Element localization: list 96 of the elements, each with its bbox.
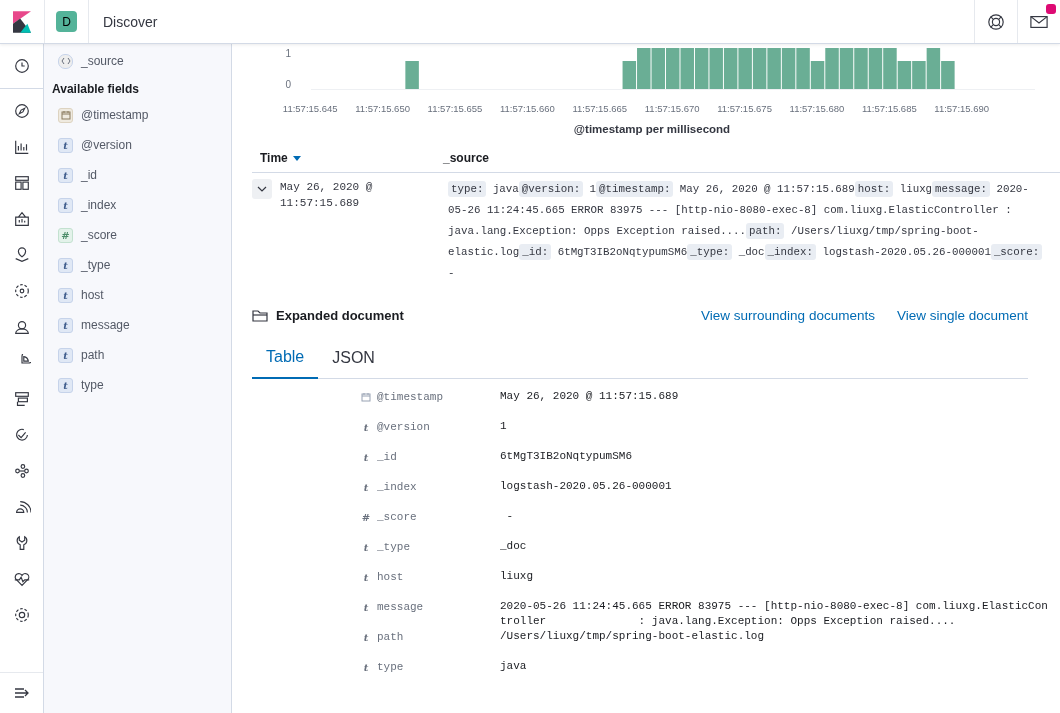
field-type-icon: t (58, 257, 73, 273)
x-tick-label: 11:57:15.680 (788, 103, 846, 114)
column-header[interactable]: _source (443, 151, 490, 165)
x-tick-label: 11:57:15.650 (354, 103, 411, 114)
field-value: - (505, 509, 515, 524)
mail-icon[interactable] (1030, 14, 1048, 29)
field-value: 6tMgT3IB2oNqtypumSM6 (500, 449, 634, 464)
field-type-icon: t (58, 377, 73, 393)
logo-icon[interactable] (13, 10, 31, 33)
field-type-icon: t (363, 662, 369, 676)
field-type-icon: t (363, 572, 369, 586)
tab[interactable]: Table (252, 338, 319, 379)
field-value: 2020-05-26 11:24:45.665 ERROR 83975 --- [http-nio-8080-exec-8] com.liuxg.ElasticController : java.lang.Exception: Opps Exception raised.... (500, 599, 1048, 629)
tab[interactable]: JSON (318, 338, 389, 378)
field-name: _id (377, 450, 398, 465)
time-cell-text: May 26, 2020 @ 11:57:15.689 (279, 180, 374, 211)
column-header[interactable]: Time (260, 151, 288, 165)
building-icon[interactable] (12, 210, 31, 228)
field-name: @version (377, 420, 431, 435)
source-cell: type: java @version: 1 @timestamp: May 26, 2020 @ 11:57:15.689 host: liuxg message: 2020-05-26 11:24:45.665 ERROR 83975 --- [http-nio-8080-exec-8] com.liuxg.ElasticController : java.lang.Exception: Opps Exception raised.... path: /Users/liuxg/tmp/spring-boot-elastic.log _id: 6tMgT3IB2oNqtypumSM6 _type: _doc _index: logstash-2020.05.26-000001 _score: - (448, 179, 1048, 284)
field-name[interactable]: message (81, 318, 130, 332)
field-type-icon: t (363, 452, 369, 466)
x-tick-label: 11:57:15.690 (933, 103, 991, 114)
field-type-icon: t (363, 542, 369, 556)
heart-pulse-icon[interactable] (12, 570, 31, 588)
y-tick-label: 1 (285, 48, 291, 59)
axis-title: @timestamp per millisecond (572, 123, 732, 135)
section-title: Expanded document (276, 308, 404, 323)
help-icon[interactable] (987, 12, 1005, 31)
x-tick-label: 11:57:15.655 (426, 103, 484, 114)
space-avatar[interactable]: D (56, 11, 77, 32)
sort-down-icon[interactable] (292, 155, 301, 161)
field-type-icon: t (58, 197, 73, 213)
field-value: /Users/liuxg/tmp/spring-boot-elastic.log (500, 629, 766, 644)
field-name[interactable]: _index (81, 198, 117, 212)
field-name[interactable]: host (81, 288, 104, 302)
collapse-icon[interactable] (13, 687, 30, 699)
page-title: Discover (103, 13, 158, 30)
expand-toggle[interactable] (252, 179, 272, 199)
clock-icon[interactable] (12, 57, 31, 75)
field-type-icon: t (363, 602, 369, 616)
compass-icon[interactable] (12, 102, 31, 120)
x-tick-label: 11:57:15.660 (499, 103, 556, 114)
x-tick-label: 11:57:15.685 (860, 103, 918, 114)
gear-icon[interactable] (12, 606, 31, 624)
field-name[interactable]: _type (81, 258, 111, 272)
field-type-icon: # (361, 512, 371, 526)
field-name[interactable]: @version (81, 138, 132, 152)
field-name: @timestamp (377, 390, 444, 405)
x-tick-label: 11:57:15.645 (281, 103, 339, 114)
field-name[interactable]: type (81, 378, 104, 392)
field-name: message (377, 600, 425, 615)
field-type-icon: t (363, 632, 369, 646)
document-link[interactable]: View single document (896, 308, 1028, 323)
field-type-icon: t (58, 167, 73, 183)
field-name: path (377, 630, 405, 645)
field-value: _doc (500, 539, 528, 554)
bar-chart-icon[interactable] (12, 138, 31, 156)
calendar-icon (58, 107, 73, 123)
layout-icon[interactable] (12, 174, 31, 192)
field-name[interactable]: _source (81, 54, 124, 68)
x-tick-label: 11:57:15.670 (643, 103, 701, 114)
field-type-icon: t (363, 422, 369, 436)
chevron-icon (257, 186, 267, 192)
field-name: _score (377, 510, 418, 525)
source-icon (58, 53, 73, 69)
field-name: host (377, 570, 405, 585)
field-value: java (500, 659, 528, 674)
stack-icon[interactable] (12, 390, 31, 408)
field-type-icon: t (58, 287, 73, 303)
document-link[interactable]: View surrounding documents (701, 308, 875, 323)
field-name[interactable]: @timestamp (81, 108, 149, 122)
person-icon[interactable] (12, 318, 31, 336)
field-name: _type (377, 540, 411, 555)
field-name: _index (377, 480, 418, 495)
field-name[interactable]: _id (81, 168, 97, 182)
node-graph-icon[interactable] (12, 462, 31, 480)
field-type-icon: t (58, 137, 73, 153)
folder-icon (252, 309, 268, 322)
field-value: liuxg (500, 569, 534, 584)
field-type-icon: t (58, 317, 73, 333)
field-type-icon: t (58, 347, 73, 363)
field-value: logstash-2020.05.26-000001 (500, 479, 673, 494)
x-tick-label: 11:57:15.665 (571, 103, 629, 114)
field-name[interactable]: path (81, 348, 105, 362)
field-type-icon: t (363, 482, 369, 496)
field-value: May 26, 2020 @ 11:57:15.689 (500, 389, 680, 404)
calendar-icon (361, 392, 371, 402)
field-name[interactable]: _score (81, 228, 118, 242)
section-title: Available fields (52, 82, 140, 96)
y-tick-label: 0 (285, 79, 291, 90)
x-tick-label: 11:57:15.675 (716, 103, 773, 114)
field-type-icon: # (58, 227, 73, 243)
dotted-circle-icon[interactable] (12, 282, 31, 300)
field-name: type (377, 660, 405, 675)
field-value: 1 (500, 419, 508, 434)
